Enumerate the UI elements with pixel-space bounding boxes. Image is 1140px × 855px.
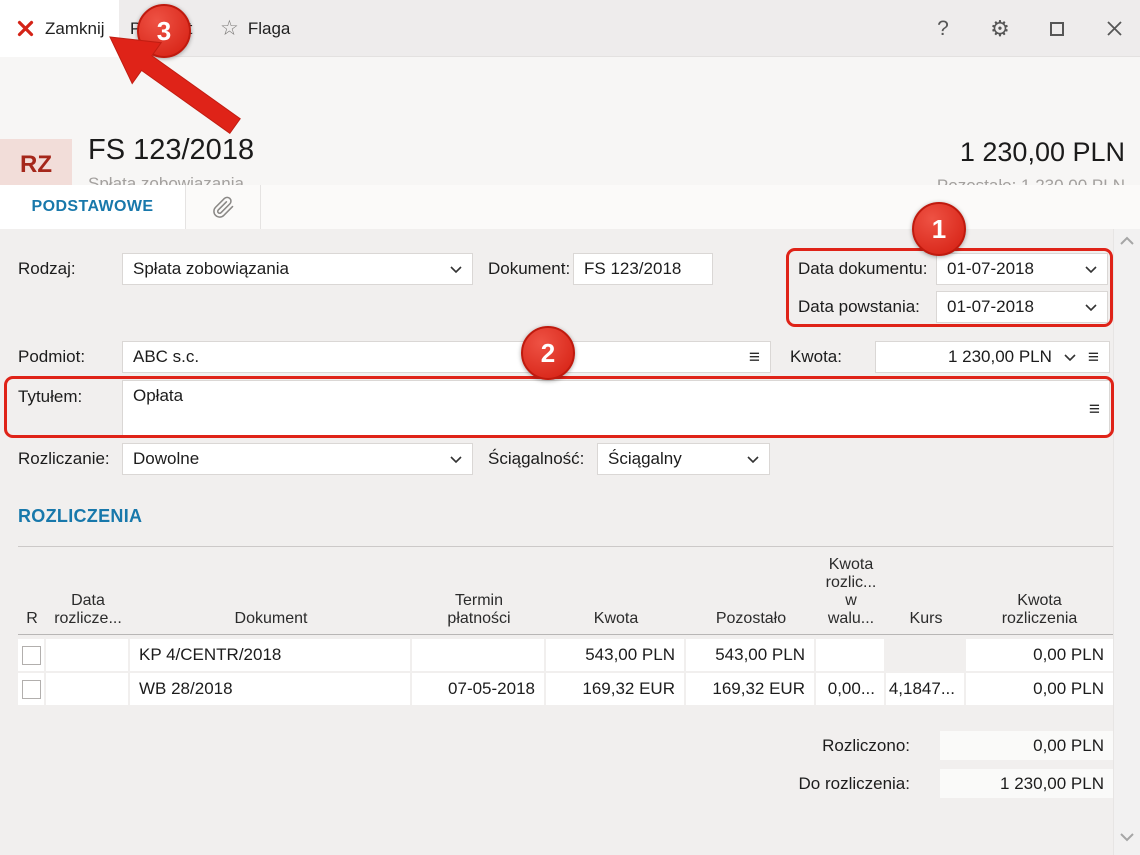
help-icon[interactable]: ? xyxy=(931,17,955,41)
cell-dokument[interactable]: KP 4/CENTR/2018 xyxy=(130,639,412,671)
chevron-down-icon xyxy=(450,266,462,273)
col-header-termin[interactable]: Termin płatności xyxy=(412,552,546,634)
col-header-kwota[interactable]: Kwota xyxy=(546,552,686,634)
cell-data-rozliczenia[interactable] xyxy=(46,639,130,671)
col-header-kurs[interactable]: Kurs xyxy=(886,552,966,634)
table-row[interactable]: KP 4/CENTR/2018 543,00 PLN 543,00 PLN 0,… xyxy=(18,639,1113,671)
paperclip-icon xyxy=(212,196,235,219)
rozliczanie-label: Rozliczanie: xyxy=(18,443,110,475)
chevron-down-icon xyxy=(1085,266,1097,273)
cell-data-rozliczenia[interactable] xyxy=(46,673,130,705)
dokument-input[interactable]: FS 123/2018 xyxy=(573,253,713,285)
cell-kwota-rozliczenia[interactable]: 0,00 PLN xyxy=(966,639,1113,671)
col-header-kwota-walucie[interactable]: Kwota rozlic... w walu... xyxy=(816,552,886,634)
toolbar: Zamknij Podmiot ☆ Flaga ? ⚙ xyxy=(0,0,1140,57)
zamknij-label: Zamknij xyxy=(45,19,105,39)
chevron-down-icon xyxy=(1085,304,1097,311)
rodzaj-select[interactable]: Spłata zobowiązania xyxy=(122,253,473,285)
col-header-kwota-rozliczenia[interactable]: Kwota rozliczenia xyxy=(966,552,1113,634)
chevron-down-icon xyxy=(450,456,462,463)
cell-kurs xyxy=(886,639,966,671)
cell-termin[interactable]: 07-05-2018 xyxy=(412,673,546,705)
col-header-dokument[interactable]: Dokument xyxy=(130,552,412,634)
cell-kwota-walucie[interactable]: 0,00... xyxy=(816,673,886,705)
tab-attachments[interactable] xyxy=(186,185,261,229)
col-header-data-rozliczenia[interactable]: Data rozlicze... xyxy=(46,552,130,634)
lookup-menu-icon[interactable]: ≡ xyxy=(749,348,760,367)
scrollbar[interactable] xyxy=(1113,229,1140,855)
cell-termin[interactable] xyxy=(412,639,546,671)
podmiot-button[interactable]: Podmiot xyxy=(130,0,192,57)
tab-strip: PODSTAWOWE xyxy=(0,185,1140,229)
cell-kurs[interactable]: 4,1847... xyxy=(886,673,966,705)
close-x-icon xyxy=(17,20,34,37)
podmiot-field-label: Podmiot: xyxy=(18,341,85,373)
close-icon xyxy=(1106,20,1123,37)
col-header-r[interactable]: R xyxy=(18,552,46,634)
data-dokumentu-label: Data dokumentu: xyxy=(798,253,927,285)
chevron-down-icon xyxy=(1064,354,1076,361)
scroll-up-icon[interactable] xyxy=(1119,235,1135,247)
sciagalnosc-select[interactable]: Ściągalny xyxy=(597,443,770,475)
app-window: Zamknij Podmiot ☆ Flaga ? ⚙ RZ FS 123/20… xyxy=(0,0,1140,855)
cell-dokument[interactable]: WB 28/2018 xyxy=(130,673,412,705)
sciagalnosc-label: Ściągalność: xyxy=(488,443,584,475)
doc-amount: 1 230,00 PLN xyxy=(960,137,1125,168)
close-window-button[interactable] xyxy=(1102,17,1126,41)
kwota-input[interactable]: 1 230,00 PLN ≡ xyxy=(875,341,1110,373)
maximize-button[interactable] xyxy=(1045,17,1069,41)
lookup-menu-icon[interactable]: ≡ xyxy=(1089,400,1100,419)
do-rozliczenia-label: Do rozliczenia: xyxy=(600,770,910,798)
tab-podstawowe[interactable]: PODSTAWOWE xyxy=(0,185,186,229)
cell-pozostalo[interactable]: 169,32 EUR xyxy=(686,673,816,705)
lookup-menu-icon[interactable]: ≡ xyxy=(1088,348,1099,367)
data-powstania-label: Data powstania: xyxy=(798,291,920,323)
data-powstania-picker[interactable]: 01-07-2018 xyxy=(936,291,1108,323)
cell-kwota[interactable]: 169,32 EUR xyxy=(546,673,686,705)
podmiot-input[interactable]: ABC s.c. ≡ xyxy=(122,341,771,373)
maximize-icon xyxy=(1050,22,1064,36)
row-checkbox[interactable] xyxy=(22,646,41,665)
rozliczono-value: 0,00 PLN xyxy=(940,731,1113,760)
flaga-button[interactable]: ☆ Flaga xyxy=(220,0,290,57)
tytulem-input[interactable]: Opłata ≡ xyxy=(122,380,1110,436)
do-rozliczenia-value: 1 230,00 PLN xyxy=(940,769,1113,798)
section-divider xyxy=(18,546,1113,547)
settlements-table-header: R Data rozlicze... Dokument Termin płatn… xyxy=(18,552,1113,635)
data-dokumentu-picker[interactable]: 01-07-2018 xyxy=(936,253,1108,285)
chevron-down-icon xyxy=(747,456,759,463)
kwota-label: Kwota: xyxy=(790,341,842,373)
star-icon: ☆ xyxy=(220,18,239,39)
table-row[interactable]: WB 28/2018 07-05-2018 169,32 EUR 169,32 … xyxy=(18,673,1113,705)
section-title-rozliczenia: ROZLICZENIA xyxy=(18,506,142,527)
col-header-pozostalo[interactable]: Pozostało xyxy=(686,552,816,634)
tytulem-label: Tytułem: xyxy=(18,381,82,413)
scroll-down-icon[interactable] xyxy=(1119,831,1135,843)
document-header: RZ FS 123/2018 Spłata zobowiązania ABC s… xyxy=(0,57,1140,185)
doc-type-badge: RZ xyxy=(0,139,72,191)
gear-icon[interactable]: ⚙ xyxy=(988,17,1012,41)
row-checkbox[interactable] xyxy=(22,680,41,699)
window-controls: ? ⚙ xyxy=(931,0,1126,57)
flaga-label: Flaga xyxy=(248,19,291,39)
podmiot-label: Podmiot xyxy=(130,19,192,39)
rozliczanie-select[interactable]: Dowolne xyxy=(122,443,473,475)
dokument-label: Dokument: xyxy=(488,253,570,285)
cell-kwota-rozliczenia[interactable]: 0,00 PLN xyxy=(966,673,1113,705)
zamknij-button[interactable]: Zamknij xyxy=(0,0,119,57)
rodzaj-label: Rodzaj: xyxy=(18,253,76,285)
cell-kwota-walucie[interactable] xyxy=(816,639,886,671)
cell-kwota[interactable]: 543,00 PLN xyxy=(546,639,686,671)
rozliczono-label: Rozliczono: xyxy=(600,732,910,760)
cell-pozostalo[interactable]: 543,00 PLN xyxy=(686,639,816,671)
page-title: FS 123/2018 xyxy=(88,134,254,167)
